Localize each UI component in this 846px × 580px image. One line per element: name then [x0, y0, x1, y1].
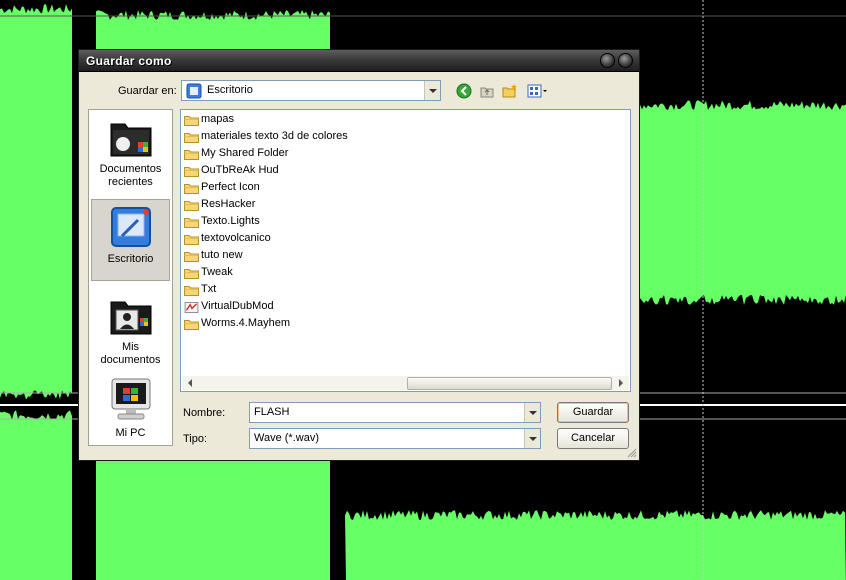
cancel-button[interactable]: Cancelar: [557, 428, 629, 449]
folder-icon: [184, 184, 199, 194]
type-label: Tipo:: [183, 433, 208, 445]
back-icon[interactable]: [456, 83, 472, 99]
save-in-label: Guardar en:: [118, 85, 177, 97]
place-my-computer[interactable]: Mi PC: [91, 376, 170, 444]
scrollbar-thumb[interactable]: [407, 377, 612, 390]
place-label: Escritorio: [107, 253, 154, 265]
filename-label: Nombre:: [183, 407, 226, 419]
recent-documents-icon: [110, 123, 151, 157]
filename-input[interactable]: FLASH: [249, 402, 541, 423]
folder-icon: [184, 133, 199, 143]
dialog-titlebar[interactable]: Guardar como: [79, 50, 639, 72]
file-name: Perfect Icon: [201, 181, 260, 193]
shortcut-icon: [184, 302, 199, 313]
save-as-dialog: Guardar como Guardar en: Escritorio Docu…: [79, 50, 639, 460]
chevron-down-icon[interactable]: [424, 81, 440, 100]
folder-icon: [184, 252, 199, 262]
place-label: Mi PC: [115, 427, 146, 439]
waveform-bottom-mid: [96, 450, 330, 580]
chevron-down-icon[interactable]: [524, 429, 540, 448]
desktop-small-icon: [186, 83, 202, 99]
folder-icon: [184, 150, 199, 160]
file-type-dropdown[interactable]: Wave (*.wav): [249, 428, 541, 449]
folder-icon: [184, 201, 199, 211]
save-in-dropdown[interactable]: Escritorio: [181, 80, 441, 101]
save-button[interactable]: Guardar: [557, 402, 629, 423]
file-list[interactable]: mapas materiales texto 3d de colores My Sh…: [180, 109, 631, 392]
my-computer-icon: [111, 378, 150, 420]
file-name: tuto new: [201, 249, 243, 261]
file-type-value: Wave (*.wav): [254, 432, 319, 444]
save-in-value: Escritorio: [207, 84, 253, 96]
folder-icon: [184, 286, 199, 296]
place-label: Mis documentos: [100, 341, 161, 366]
chevron-down-icon[interactable]: [524, 403, 540, 422]
folder-icon: [184, 235, 199, 245]
scroll-right-icon[interactable]: [619, 379, 623, 387]
waveform-top-right: [640, 100, 846, 305]
desktop-icon: [110, 207, 151, 247]
up-folder-icon[interactable]: [479, 83, 495, 99]
file-name: textovolcanico: [201, 232, 271, 244]
folder-icon: [184, 116, 199, 126]
file-name: Txt: [201, 283, 217, 295]
resize-grip-icon[interactable]: [626, 447, 637, 458]
filename-value: FLASH: [254, 406, 290, 418]
scroll-left-icon[interactable]: [188, 379, 192, 387]
my-documents-icon: [110, 301, 151, 335]
file-name: ResHacker: [201, 198, 256, 210]
file-name: Worms.4.Mayhem: [201, 317, 291, 329]
places-bar: Documentos recientes Escritorio Mis docu…: [88, 109, 173, 446]
file-name: OuTbReAk Hud: [201, 164, 279, 176]
view-menu-icon[interactable]: [527, 83, 549, 99]
folder-icon: [184, 320, 199, 330]
file-name: Tweak: [201, 266, 233, 278]
place-desktop[interactable]: Escritorio: [91, 199, 170, 281]
folder-icon: [184, 269, 199, 279]
waveform-top-left: [0, 4, 72, 400]
file-name: materiales texto 3d de colores: [201, 130, 348, 142]
close-button[interactable]: [618, 53, 633, 68]
waveform-bottom-left: [0, 410, 72, 580]
new-folder-icon[interactable]: [502, 83, 518, 99]
waveform-bottom-right: [345, 510, 846, 580]
file-name: My Shared Folder: [201, 147, 289, 159]
file-name: VirtualDubMod: [201, 300, 274, 312]
help-button[interactable]: [600, 53, 615, 68]
file-name: mapas: [201, 113, 235, 125]
dialog-title: Guardar como: [86, 54, 172, 68]
horizontal-scrollbar[interactable]: [182, 376, 629, 390]
place-my-documents[interactable]: Mis documentos: [91, 294, 170, 368]
folder-icon: [184, 167, 199, 177]
place-label: Documentos recientes: [99, 163, 162, 188]
file-name: Texto.Lights: [201, 215, 260, 227]
folder-icon: [184, 218, 199, 228]
place-recent-documents[interactable]: Documentos recientes: [91, 116, 170, 194]
